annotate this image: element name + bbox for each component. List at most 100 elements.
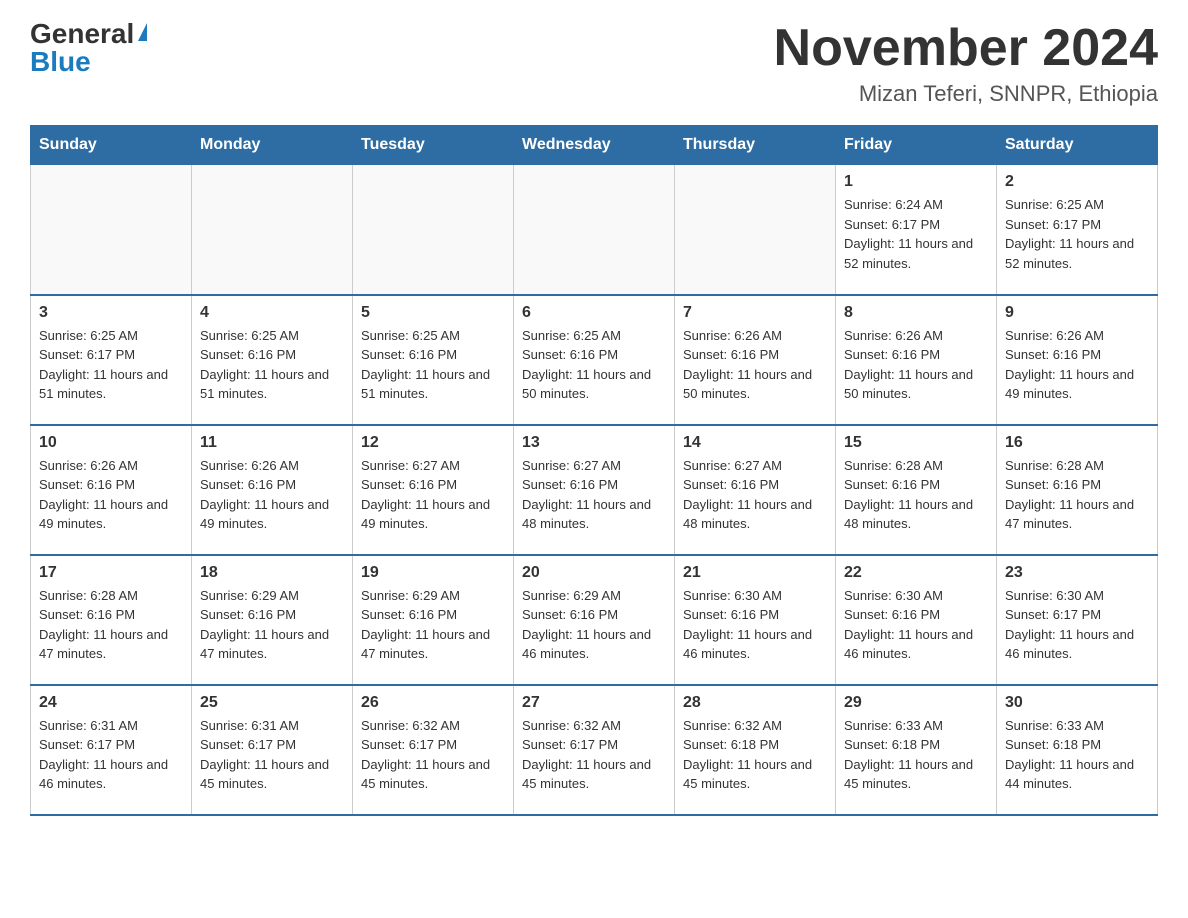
calendar-table: SundayMondayTuesdayWednesdayThursdayFrid… [30, 125, 1158, 816]
day-info: Sunrise: 6:28 AM Sunset: 6:16 PM Dayligh… [39, 586, 183, 664]
calendar-cell: 29 Sunrise: 6:33 AM Sunset: 6:18 PM Dayli… [836, 685, 997, 815]
day-info: Sunrise: 6:32 AM Sunset: 6:17 PM Dayligh… [361, 716, 505, 794]
day-number: 10 [39, 434, 183, 452]
day-number: 29 [844, 694, 988, 712]
day-info: Sunrise: 6:26 AM Sunset: 6:16 PM Dayligh… [39, 456, 183, 534]
logo-triangle-icon [138, 23, 147, 41]
day-info: Sunrise: 6:29 AM Sunset: 6:16 PM Dayligh… [361, 586, 505, 664]
day-info: Sunrise: 6:26 AM Sunset: 6:16 PM Dayligh… [200, 456, 344, 534]
day-number: 9 [1005, 304, 1149, 322]
day-info: Sunrise: 6:27 AM Sunset: 6:16 PM Dayligh… [361, 456, 505, 534]
day-info: Sunrise: 6:33 AM Sunset: 6:18 PM Dayligh… [844, 716, 988, 794]
day-info: Sunrise: 6:30 AM Sunset: 6:16 PM Dayligh… [683, 586, 827, 664]
calendar-cell: 24 Sunrise: 6:31 AM Sunset: 6:17 PM Dayli… [31, 685, 192, 815]
day-info: Sunrise: 6:29 AM Sunset: 6:16 PM Dayligh… [522, 586, 666, 664]
calendar-cell: 13 Sunrise: 6:27 AM Sunset: 6:16 PM Dayli… [514, 425, 675, 555]
day-number: 28 [683, 694, 827, 712]
calendar-cell: 19 Sunrise: 6:29 AM Sunset: 6:16 PM Dayli… [353, 555, 514, 685]
calendar-cell: 27 Sunrise: 6:32 AM Sunset: 6:17 PM Dayli… [514, 685, 675, 815]
day-info: Sunrise: 6:27 AM Sunset: 6:16 PM Dayligh… [683, 456, 827, 534]
month-year-title: November 2024 [774, 20, 1158, 77]
day-info: Sunrise: 6:25 AM Sunset: 6:16 PM Dayligh… [361, 326, 505, 404]
day-number: 7 [683, 304, 827, 322]
calendar-cell [675, 165, 836, 295]
day-number: 15 [844, 434, 988, 452]
day-number: 3 [39, 304, 183, 322]
day-info: Sunrise: 6:25 AM Sunset: 6:17 PM Dayligh… [39, 326, 183, 404]
day-number: 8 [844, 304, 988, 322]
calendar-cell [353, 165, 514, 295]
day-number: 19 [361, 564, 505, 582]
day-number: 17 [39, 564, 183, 582]
calendar-body: 1 Sunrise: 6:24 AM Sunset: 6:17 PM Daylig… [31, 165, 1158, 815]
calendar-cell: 9Sunrise: 6:26 AM Sunset: 6:16 PM Daylig… [997, 295, 1158, 425]
logo-blue-text: Blue [30, 48, 91, 76]
day-number: 16 [1005, 434, 1149, 452]
calendar-week-row: 10 Sunrise: 6:26 AM Sunset: 6:16 PM Dayli… [31, 425, 1158, 555]
calendar-cell: 23 Sunrise: 6:30 AM Sunset: 6:17 PM Dayli… [997, 555, 1158, 685]
day-number: 13 [522, 434, 666, 452]
calendar-cell: 1 Sunrise: 6:24 AM Sunset: 6:17 PM Daylig… [836, 165, 997, 295]
calendar-cell: 21 Sunrise: 6:30 AM Sunset: 6:16 PM Dayli… [675, 555, 836, 685]
title-area: November 2024 Mizan Teferi, SNNPR, Ethio… [774, 20, 1158, 107]
day-info: Sunrise: 6:26 AM Sunset: 6:16 PM Dayligh… [683, 326, 827, 404]
logo-general-text: General [30, 20, 134, 48]
calendar-cell: 11 Sunrise: 6:26 AM Sunset: 6:16 PM Dayli… [192, 425, 353, 555]
calendar-cell: 3 Sunrise: 6:25 AM Sunset: 6:17 PM Daylig… [31, 295, 192, 425]
day-info: Sunrise: 6:31 AM Sunset: 6:17 PM Dayligh… [39, 716, 183, 794]
day-number: 20 [522, 564, 666, 582]
day-info: Sunrise: 6:30 AM Sunset: 6:17 PM Dayligh… [1005, 586, 1149, 664]
day-number: 27 [522, 694, 666, 712]
day-number: 12 [361, 434, 505, 452]
day-number: 25 [200, 694, 344, 712]
calendar-week-row: 24 Sunrise: 6:31 AM Sunset: 6:17 PM Dayli… [31, 685, 1158, 815]
day-number: 22 [844, 564, 988, 582]
day-info: Sunrise: 6:25 AM Sunset: 6:16 PM Dayligh… [200, 326, 344, 404]
day-number: 23 [1005, 564, 1149, 582]
day-info: Sunrise: 6:24 AM Sunset: 6:17 PM Dayligh… [844, 195, 988, 273]
calendar-cell: 6Sunrise: 6:25 AM Sunset: 6:16 PM Daylig… [514, 295, 675, 425]
calendar-cell: 15 Sunrise: 6:28 AM Sunset: 6:16 PM Dayli… [836, 425, 997, 555]
day-number: 26 [361, 694, 505, 712]
header: General Blue November 2024 Mizan Teferi,… [30, 20, 1158, 107]
day-number: 18 [200, 564, 344, 582]
day-number: 30 [1005, 694, 1149, 712]
day-of-week-saturday: Saturday [997, 126, 1158, 165]
day-of-week-sunday: Sunday [31, 126, 192, 165]
day-of-week-monday: Monday [192, 126, 353, 165]
calendar-week-row: 3 Sunrise: 6:25 AM Sunset: 6:17 PM Daylig… [31, 295, 1158, 425]
day-number: 21 [683, 564, 827, 582]
calendar-cell: 12 Sunrise: 6:27 AM Sunset: 6:16 PM Dayli… [353, 425, 514, 555]
calendar-cell: 25 Sunrise: 6:31 AM Sunset: 6:17 PM Dayli… [192, 685, 353, 815]
calendar-cell [31, 165, 192, 295]
calendar-cell: 14Sunrise: 6:27 AM Sunset: 6:16 PM Dayli… [675, 425, 836, 555]
day-info: Sunrise: 6:28 AM Sunset: 6:16 PM Dayligh… [844, 456, 988, 534]
day-info: Sunrise: 6:30 AM Sunset: 6:16 PM Dayligh… [844, 586, 988, 664]
day-of-week-friday: Friday [836, 126, 997, 165]
calendar-week-row: 1 Sunrise: 6:24 AM Sunset: 6:17 PM Daylig… [31, 165, 1158, 295]
day-info: Sunrise: 6:32 AM Sunset: 6:18 PM Dayligh… [683, 716, 827, 794]
day-number: 24 [39, 694, 183, 712]
day-number: 6 [522, 304, 666, 322]
calendar-cell: 22 Sunrise: 6:30 AM Sunset: 6:16 PM Dayli… [836, 555, 997, 685]
day-info: Sunrise: 6:32 AM Sunset: 6:17 PM Dayligh… [522, 716, 666, 794]
calendar-cell: 10 Sunrise: 6:26 AM Sunset: 6:16 PM Dayli… [31, 425, 192, 555]
day-info: Sunrise: 6:29 AM Sunset: 6:16 PM Dayligh… [200, 586, 344, 664]
calendar-cell: 18 Sunrise: 6:29 AM Sunset: 6:16 PM Dayli… [192, 555, 353, 685]
calendar-cell [192, 165, 353, 295]
calendar-cell: 30Sunrise: 6:33 AM Sunset: 6:18 PM Dayli… [997, 685, 1158, 815]
day-number: 5 [361, 304, 505, 322]
calendar-cell: 8Sunrise: 6:26 AM Sunset: 6:16 PM Daylig… [836, 295, 997, 425]
calendar-cell: 7 Sunrise: 6:26 AM Sunset: 6:16 PM Daylig… [675, 295, 836, 425]
calendar-cell: 20 Sunrise: 6:29 AM Sunset: 6:16 PM Dayli… [514, 555, 675, 685]
day-info: Sunrise: 6:27 AM Sunset: 6:16 PM Dayligh… [522, 456, 666, 534]
day-number: 11 [200, 434, 344, 452]
calendar-cell: 16Sunrise: 6:28 AM Sunset: 6:16 PM Dayli… [997, 425, 1158, 555]
calendar-cell: 4 Sunrise: 6:25 AM Sunset: 6:16 PM Daylig… [192, 295, 353, 425]
days-of-week-row: SundayMondayTuesdayWednesdayThursdayFrid… [31, 126, 1158, 165]
day-number: 1 [844, 173, 988, 191]
calendar-cell [514, 165, 675, 295]
calendar-cell: 5 Sunrise: 6:25 AM Sunset: 6:16 PM Daylig… [353, 295, 514, 425]
day-number: 4 [200, 304, 344, 322]
day-info: Sunrise: 6:31 AM Sunset: 6:17 PM Dayligh… [200, 716, 344, 794]
